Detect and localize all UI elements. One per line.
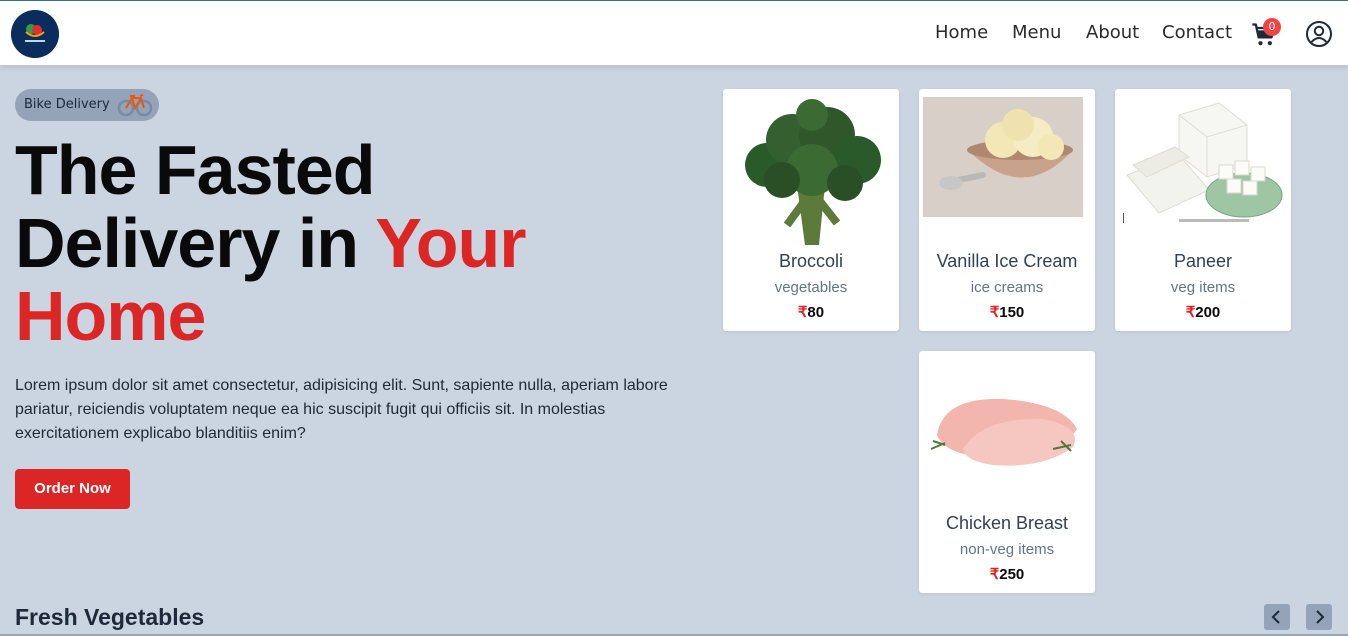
section-title: Fresh Vegetables (15, 604, 205, 630)
paneer-image (1119, 95, 1287, 245)
hero-description: Lorem ipsum dolor sit amet consectetur, … (15, 377, 668, 442)
broccoli-image (727, 95, 895, 245)
card-category: non-veg items (959, 541, 1055, 558)
header: Home Menu About Contact 0 (0, 1, 1348, 65)
card-price: ₹80 (723, 303, 899, 321)
badge-label: Bike Delivery (24, 97, 110, 112)
rupee-symbol: ₹ (797, 304, 808, 321)
card-price-value: 250 (999, 566, 1025, 583)
chicken-breast-image (923, 357, 1091, 507)
hero-title-line1: The Fasted (15, 131, 376, 209)
card-price-value: 200 (1195, 304, 1221, 321)
hero-title-line2a: Delivery in (15, 204, 376, 282)
card-title: Broccoli (778, 251, 844, 271)
nav-about[interactable]: About (1086, 22, 1139, 43)
card-price: ₹150 (919, 303, 1095, 321)
user-circle-icon[interactable] (1305, 20, 1333, 48)
card-title: Paneer (1173, 251, 1233, 271)
hero-title: The Fasted Delivery in Your Home (15, 134, 695, 353)
nav-contact[interactable]: Contact (1162, 22, 1232, 43)
order-now-button[interactable]: Order Now (15, 469, 130, 509)
product-card[interactable]: Broccoli vegetables ₹80 (723, 89, 899, 331)
card-title: Chicken Breast (945, 513, 1069, 533)
bicycle-icon (117, 92, 153, 118)
ice-cream-image (923, 95, 1091, 245)
card-price: ₹250 (919, 565, 1095, 583)
scroll-right-button[interactable] (1306, 604, 1332, 630)
hero-title-line2b: Your (375, 204, 526, 282)
product-card[interactable]: Vanilla Ice Cream ice creams ₹150 (919, 89, 1095, 331)
chevron-right-icon (1316, 610, 1325, 624)
logo[interactable] (11, 10, 59, 58)
card-price-value: 150 (999, 304, 1025, 321)
product-card[interactable]: Paneer veg items ₹200 (1115, 89, 1291, 331)
card-category: ice creams (970, 279, 1044, 296)
cart-count-badge: 0 (1263, 18, 1281, 36)
nav-home[interactable]: Home (935, 22, 988, 43)
card-price-value: 80 (807, 304, 825, 321)
card-category: vegetables (774, 279, 848, 296)
card-category: veg items (1170, 279, 1236, 296)
bike-delivery-badge: Bike Delivery (15, 89, 159, 121)
hero-title-line3: Home (15, 277, 206, 355)
nav-menu[interactable]: Menu (1012, 22, 1061, 43)
scroll-left-button[interactable] (1264, 604, 1290, 630)
rupee-symbol: ₹ (989, 304, 1000, 321)
rupee-symbol: ₹ (1185, 304, 1196, 321)
card-price: ₹200 (1115, 303, 1291, 321)
rupee-symbol: ₹ (989, 566, 1000, 583)
card-title: Vanilla Ice Cream (936, 251, 1078, 271)
product-card[interactable]: Chicken Breast non-veg items ₹250 (919, 351, 1095, 593)
chevron-left-icon (1271, 610, 1280, 624)
